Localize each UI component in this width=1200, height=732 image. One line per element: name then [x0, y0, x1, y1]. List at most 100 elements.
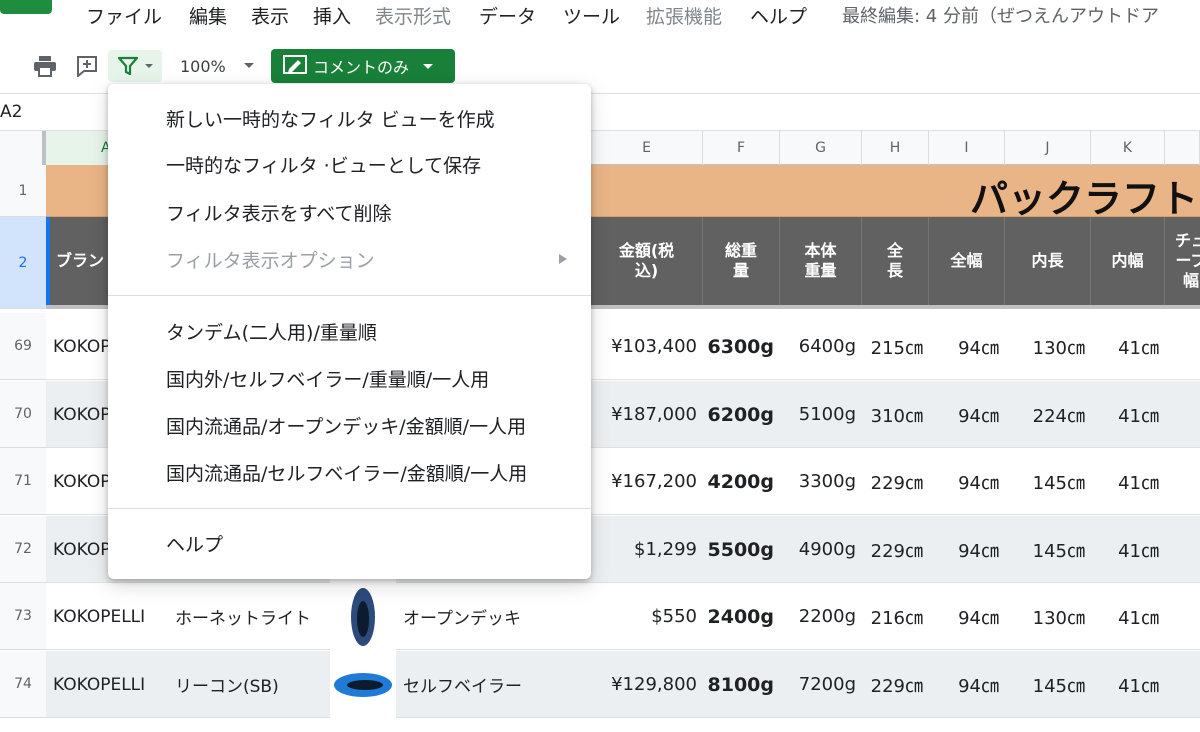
menu-filter-view-1[interactable]: タンデム(二人用)/重量順 [108, 309, 591, 353]
menu-file[interactable]: ファイル [86, 4, 162, 30]
column-header-j[interactable]: J [1005, 131, 1091, 165]
menu-create-temp-filter-view[interactable]: 新しい一時的なフィルタ ビューを作成 [108, 96, 591, 140]
cell-inner-width[interactable]: 41㎝ [1091, 583, 1165, 650]
cell-body-weight[interactable]: 5100g [780, 381, 862, 448]
menu-tools[interactable]: ツール [563, 4, 620, 30]
boat-image-cell[interactable] [330, 583, 396, 650]
cell-type[interactable]: セルフベイラー [396, 651, 591, 718]
cell-inner-length[interactable]: 130㎝ [1005, 313, 1091, 380]
cell-inner-width[interactable]: 41㎝ [1091, 313, 1165, 380]
cell-inner-width[interactable]: 41㎝ [1091, 651, 1165, 718]
cell-brand[interactable]: KOKOPELLI [46, 583, 168, 650]
row-header-72[interactable]: 72 [0, 516, 46, 583]
add-comment-button[interactable] [70, 50, 104, 82]
cell-inner-length[interactable]: 145㎝ [1005, 448, 1091, 515]
menu-filter-view-3[interactable]: 国内流通品/オープンデッキ/金額順/一人用 [108, 403, 591, 447]
name-box[interactable]: A2 [0, 102, 22, 122]
cell-width[interactable]: 94㎝ [929, 583, 1005, 650]
row-header-70[interactable]: 70 [0, 381, 46, 448]
cell-width[interactable]: 94㎝ [929, 651, 1005, 718]
cell-inner-width[interactable]: 41㎝ [1091, 448, 1165, 515]
column-header-l[interactable] [1165, 131, 1200, 165]
cell-total-weight[interactable]: 5500g [703, 516, 780, 583]
row-header-2[interactable]: 2 [0, 217, 46, 309]
print-button[interactable] [28, 50, 62, 82]
cell-total-weight[interactable]: 2400g [703, 583, 780, 650]
header-body-weight[interactable]: 本体 重量 [780, 217, 862, 305]
cell-width[interactable]: 94㎝ [929, 381, 1005, 448]
cell-total-weight[interactable]: 4200g [703, 448, 780, 515]
last-edit-status[interactable]: 最終編集: 4 分前（ぜつえんアウトドア [842, 4, 1159, 30]
menu-edit[interactable]: 編集 [189, 4, 227, 30]
menu-insert[interactable]: 挿入 [313, 4, 351, 30]
menu-delete-all-filter-views[interactable]: フィルタ表示をすべて削除 [108, 190, 591, 234]
cell-total-weight[interactable]: 6200g [703, 381, 780, 448]
cell-inner-length[interactable]: 145㎝ [1005, 651, 1091, 718]
header-total-weight[interactable]: 総重 量 [703, 217, 780, 305]
cell-price[interactable]: $1,299 [591, 516, 703, 583]
cell-inner-length[interactable]: 145㎝ [1005, 516, 1091, 583]
row-header-71[interactable]: 71 [0, 448, 46, 515]
cell-model[interactable]: ホーネットライト [168, 583, 330, 650]
cell-price[interactable]: ¥187,000 [591, 381, 703, 448]
column-header-g[interactable]: G [780, 131, 862, 165]
menu-extensions[interactable]: 拡張機能 [646, 4, 722, 30]
boat-image-cell[interactable] [330, 651, 396, 718]
menu-filter-view-2[interactable]: 国内外/セルフベイラー/重量順/一人用 [108, 356, 591, 400]
cell-body-weight[interactable]: 4900g [780, 516, 862, 583]
cell-length[interactable]: 310㎝ [862, 381, 929, 448]
column-header-h[interactable]: H [862, 131, 929, 165]
sheets-logo-icon[interactable] [0, 0, 52, 14]
cell-length[interactable]: 215㎝ [862, 313, 929, 380]
cell-length[interactable]: 229㎝ [862, 516, 929, 583]
row-header-73[interactable]: 73 [0, 583, 46, 650]
cell-total-weight[interactable]: 8100g [703, 651, 780, 718]
row-header-69[interactable]: 69 [0, 313, 46, 380]
menu-help[interactable]: ヘルプ [750, 4, 807, 30]
zoom-select[interactable]: 100% [170, 50, 262, 82]
cell-width[interactable]: 94㎝ [929, 516, 1005, 583]
column-header-f[interactable]: F [703, 131, 780, 165]
column-header-e[interactable]: E [591, 131, 703, 165]
cell-length[interactable]: 229㎝ [862, 448, 929, 515]
cell-inner-length[interactable]: 130㎝ [1005, 583, 1091, 650]
menu-view[interactable]: 表示 [251, 4, 289, 30]
cell-length[interactable]: 229㎝ [862, 651, 929, 718]
cell-width[interactable]: 94㎝ [929, 448, 1005, 515]
row-header-74[interactable]: 74 [0, 651, 46, 718]
select-all-corner[interactable] [0, 131, 46, 165]
cell-body-weight[interactable]: 7200g [780, 651, 862, 718]
comment-only-mode-button[interactable]: コメントのみ [271, 49, 455, 83]
cell-width[interactable]: 94㎝ [929, 313, 1005, 380]
header-length[interactable]: 全 長 [862, 217, 929, 305]
header-inner-length[interactable]: 内長 [1005, 217, 1091, 305]
menu-format[interactable]: 表示形式 [375, 4, 451, 30]
header-width[interactable]: 全幅 [929, 217, 1005, 305]
cell-inner-width[interactable]: 41㎝ [1091, 381, 1165, 448]
menu-save-as-temp-filter-view[interactable]: 一時的なフィルタ ·ビューとして保存 [108, 142, 591, 186]
menu-filter-view-4[interactable]: 国内流通品/セルフベイラー/金額順/一人用 [108, 450, 591, 494]
cell-body-weight[interactable]: 2200g [780, 583, 862, 650]
header-inner-width[interactable]: 内幅 [1091, 217, 1165, 305]
cell-price[interactable]: ¥103,400 [591, 313, 703, 380]
row-header-1[interactable]: 1 [0, 165, 46, 217]
cell-body-weight[interactable]: 6400g [780, 313, 862, 380]
menu-help[interactable]: ヘルプ [108, 521, 591, 565]
cell-brand[interactable]: KOKOPELLI [46, 651, 168, 718]
header-tube-width[interactable]: チュ ーブ 幅 [1165, 217, 1200, 305]
cell-type[interactable]: オープンデッキ [396, 583, 591, 650]
cell-total-weight[interactable]: 6300g [703, 313, 780, 380]
cell-body-weight[interactable]: 3300g [780, 448, 862, 515]
cell-inner-length[interactable]: 224㎝ [1005, 381, 1091, 448]
cell-model[interactable]: リーコン(SB) [168, 651, 330, 718]
filter-views-button[interactable] [108, 50, 162, 82]
cell-price[interactable]: ¥129,800 [591, 651, 703, 718]
menu-data[interactable]: データ [479, 4, 536, 30]
column-header-i[interactable]: I [929, 131, 1005, 165]
cell-price[interactable]: ¥167,200 [591, 448, 703, 515]
header-price[interactable]: 金額(税 込) [591, 217, 703, 305]
cell-length[interactable]: 216㎝ [862, 583, 929, 650]
column-header-k[interactable]: K [1091, 131, 1165, 165]
cell-price[interactable]: $550 [591, 583, 703, 650]
cell-inner-width[interactable]: 41㎝ [1091, 516, 1165, 583]
